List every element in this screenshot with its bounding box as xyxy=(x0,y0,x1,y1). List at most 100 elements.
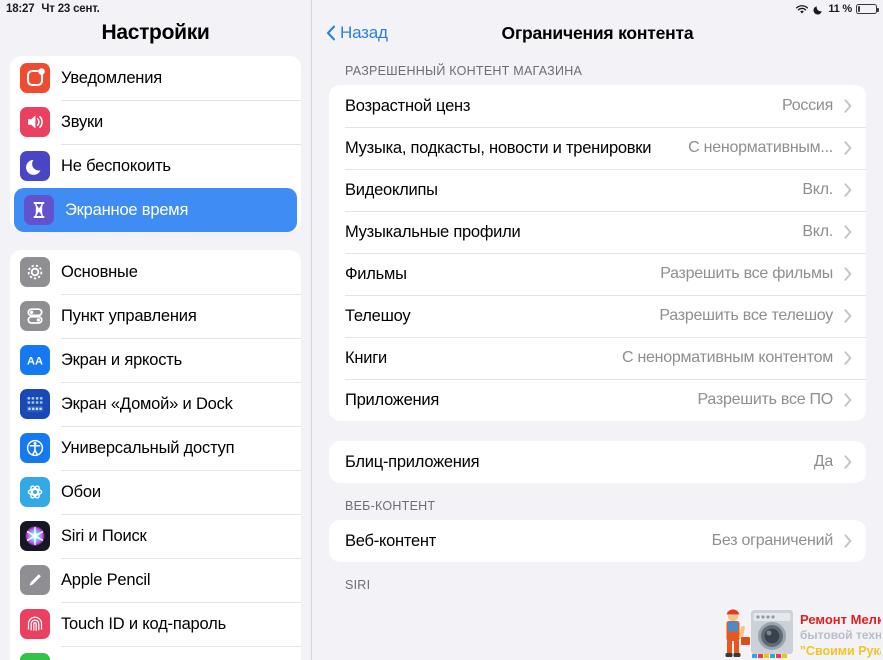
section-header-web-content: ВЕБ-КОНТЕНТ xyxy=(345,499,436,513)
do-not-disturb-icon xyxy=(20,151,50,181)
sidebar-item-control-center[interactable]: Пункт управления xyxy=(10,294,301,338)
main-scroll-area[interactable]: РАЗРЕШЕННЫЙ КОНТЕНТ МАГАЗИНА Возрастной … xyxy=(312,48,883,660)
sidebar-item-wallpaper[interactable]: Обои xyxy=(10,470,301,514)
ipad-settings-screen: 18:27 Чт 23 сент. 11 % Настройки Уведомл… xyxy=(0,0,883,660)
row-apps[interactable]: Приложения Разрешить все ПО xyxy=(329,379,866,421)
sidebar-header: Настройки xyxy=(0,0,311,48)
chevron-right-icon xyxy=(844,225,852,239)
touch-id-icon xyxy=(20,609,50,639)
sidebar-item-label: Универсальный доступ xyxy=(61,438,235,457)
content-restrictions-pane: Назад Ограничения контента РАЗРЕШЕННЫЙ К… xyxy=(312,0,883,660)
screen-time-icon xyxy=(24,195,54,225)
row-value: Да xyxy=(813,453,833,470)
sidebar-item-do-not-disturb[interactable]: Не беспокоить xyxy=(10,144,301,188)
row-label: Блиц-приложения xyxy=(345,452,480,471)
row-value: Разрешить все ПО xyxy=(697,391,833,408)
chevron-left-icon xyxy=(326,25,336,41)
sidebar-item-sounds[interactable]: Звуки xyxy=(10,100,301,144)
general-gear-icon xyxy=(20,257,50,287)
siri-icon xyxy=(20,521,50,551)
page-title: Ограничения контента xyxy=(501,23,694,43)
row-label: Веб-контент xyxy=(345,531,437,550)
chevron-right-icon xyxy=(844,351,852,365)
chevron-right-icon xyxy=(844,534,852,548)
sidebar-group-1: Уведомления Звуки Не беспокоить Экранное… xyxy=(10,56,301,232)
sidebar-item-touch-id-passcode[interactable]: Touch ID и код-пароль xyxy=(10,602,301,646)
display-brightness-icon: AA xyxy=(20,345,50,375)
row-value: Разрешить все телешоу xyxy=(659,307,833,324)
row-label: Музыкальные профили xyxy=(345,222,521,241)
section-header-siri: SIRI xyxy=(345,578,371,592)
chevron-right-icon xyxy=(844,141,852,155)
chevron-right-icon xyxy=(844,267,852,281)
row-music-podcasts-news-workouts[interactable]: Музыка, подкасты, новости и тренировки С… xyxy=(329,127,866,169)
home-screen-dock-icon xyxy=(20,389,50,419)
apple-pencil-icon xyxy=(20,565,50,595)
row-value: Россия xyxy=(782,97,833,114)
sidebar-scroll-area[interactable]: Уведомления Звуки Не беспокоить Экранное… xyxy=(0,48,311,660)
row-movies[interactable]: Фильмы Разрешить все фильмы xyxy=(329,253,866,295)
wallpaper-icon xyxy=(20,477,50,507)
section-card-web-content: Веб-контент Без ограничений xyxy=(329,520,866,562)
control-center-icon xyxy=(20,301,50,331)
row-value: Вкл. xyxy=(802,181,833,198)
chevron-right-icon xyxy=(844,455,852,469)
row-app-clips[interactable]: Блиц-приложения Да xyxy=(329,441,866,483)
chevron-right-icon xyxy=(844,183,852,197)
sidebar-item-home-screen-dock[interactable]: Экран «Домой» и Dock xyxy=(10,382,301,426)
sidebar-item-general[interactable]: Основные xyxy=(10,250,301,294)
row-label: Приложения xyxy=(345,390,440,409)
row-music-videos[interactable]: Видеоклипы Вкл. xyxy=(329,169,866,211)
chevron-right-icon xyxy=(844,99,852,113)
row-value: Без ограничений xyxy=(711,532,833,549)
section-card-store-content: Возрастной ценз Россия Музыка, подкасты,… xyxy=(329,85,866,421)
settings-sidebar: Настройки Уведомления Звуки Не беспокоит… xyxy=(0,0,312,660)
row-label: Фильмы xyxy=(345,264,407,283)
sidebar-item-label: Touch ID и код-пароль xyxy=(61,614,226,633)
sidebar-item-battery[interactable]: Аккумулятор xyxy=(10,646,301,660)
row-books[interactable]: Книги С ненормативным контентом xyxy=(329,337,866,379)
sidebar-item-label: Не беспокоить xyxy=(61,156,171,175)
row-label: Книги xyxy=(345,348,387,367)
sidebar-item-label: Siri и Поиск xyxy=(61,526,147,545)
row-label: Возрастной ценз xyxy=(345,96,471,115)
sidebar-item-accessibility[interactable]: Универсальный доступ xyxy=(10,426,301,470)
row-value: С ненормативным контентом xyxy=(621,349,833,366)
sidebar-item-notifications[interactable]: Уведомления xyxy=(10,56,301,100)
row-tv-shows[interactable]: Телешоу Разрешить все телешоу xyxy=(329,295,866,337)
sidebar-item-label: Apple Pencil xyxy=(61,570,151,589)
sidebar-group-2: Основные Пункт управления AA Экран и ярк… xyxy=(10,250,301,660)
back-button[interactable]: Назад xyxy=(326,23,388,43)
sounds-icon xyxy=(20,107,50,137)
row-age-rating[interactable]: Возрастной ценз Россия xyxy=(329,85,866,127)
sidebar-item-label: Основные xyxy=(61,262,138,281)
row-web-content[interactable]: Веб-контент Без ограничений xyxy=(329,520,866,562)
chevron-right-icon xyxy=(844,309,852,323)
sidebar-item-label: Пункт управления xyxy=(61,306,197,325)
notifications-icon xyxy=(20,63,50,93)
sidebar-item-label: Экран «Домой» и Dock xyxy=(61,394,233,413)
sidebar-item-screen-time[interactable]: Экранное время xyxy=(14,188,297,232)
accessibility-icon xyxy=(20,433,50,463)
svg-text:AA: AA xyxy=(27,355,43,367)
sidebar-item-siri-search[interactable]: Siri и Поиск xyxy=(10,514,301,558)
sidebar-item-label: Экранное время xyxy=(65,200,189,219)
battery-settings-icon xyxy=(20,653,50,660)
row-music-profiles[interactable]: Музыкальные профили Вкл. xyxy=(329,211,866,253)
row-label: Телешоу xyxy=(345,306,411,325)
section-header-store-content: РАЗРЕШЕННЫЙ КОНТЕНТ МАГАЗИНА xyxy=(345,64,583,78)
row-label: Видеоклипы xyxy=(345,180,438,199)
section-card-app-clips: Блиц-приложения Да xyxy=(329,441,866,483)
sidebar-item-label: Обои xyxy=(61,482,101,501)
sidebar-title: Настройки xyxy=(101,21,210,44)
sidebar-item-display-brightness[interactable]: AA Экран и яркость xyxy=(10,338,301,382)
row-value: Вкл. xyxy=(802,223,833,240)
sidebar-item-label: Уведомления xyxy=(61,68,162,87)
sidebar-item-apple-pencil[interactable]: Apple Pencil xyxy=(10,558,301,602)
row-value: С ненормативным... xyxy=(688,139,833,156)
row-label: Музыка, подкасты, новости и тренировки xyxy=(345,138,652,157)
chevron-right-icon xyxy=(844,393,852,407)
row-value: Разрешить все фильмы xyxy=(660,265,833,282)
back-button-label: Назад xyxy=(340,23,388,42)
